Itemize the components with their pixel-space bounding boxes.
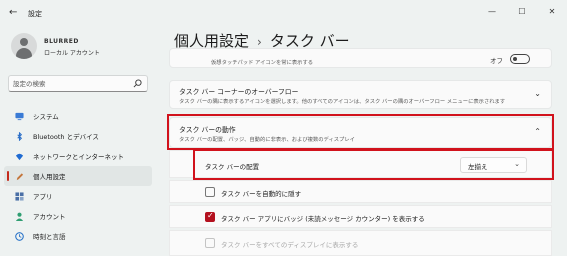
- all-displays-checkbox[interactable]: [205, 238, 215, 248]
- auto-hide-label: タスク バーを自動的に隠す: [221, 190, 302, 198]
- all-displays-row: タスク バーをすべてのディスプレイに表示する: [169, 230, 552, 256]
- card-title: タスク バー コーナーのオーバーフロー: [179, 88, 299, 96]
- alignment-label: タスク バーの配置: [205, 163, 260, 171]
- monitor-icon: [15, 112, 24, 121]
- apps-icon: [15, 191, 24, 201]
- chevron-up-icon[interactable]: ⌃: [534, 127, 541, 136]
- card-title: タスク バーの動作: [179, 126, 236, 134]
- sidebar-item-personalization[interactable]: 個人用設定: [4, 166, 152, 186]
- card-description: タスク バーの配置、バッジ、自動的に非表示、および複数のディスプレイ: [179, 137, 355, 143]
- chevron-down-icon[interactable]: ⌄: [534, 89, 541, 98]
- maximize-button[interactable]: ☐: [507, 0, 537, 22]
- corner-overflow-card[interactable]: タスク バー コーナーのオーバーフロー タスク バーの隅に表示するアイコンを選択…: [169, 80, 552, 109]
- bluetooth-icon: [15, 131, 24, 141]
- sidebar-item-accounts[interactable]: アカウント: [4, 206, 152, 226]
- taskbar-behaviors-card[interactable]: タスク バーの動作 タスク バーの配置、バッジ、自動的に非表示、および複数のディ…: [169, 117, 552, 148]
- avatar[interactable]: [11, 33, 37, 59]
- touchpad-card: 仮想タッチパッド アイコンを常に表示する オフ: [169, 48, 552, 68]
- window-controls: — ☐ ✕: [477, 0, 567, 22]
- person-icon: [15, 212, 24, 221]
- sidebar-item-label: Bluetooth とデバイス: [33, 133, 99, 141]
- search-icon[interactable]: [133, 79, 142, 88]
- sidebar-item-label: システム: [33, 113, 59, 121]
- badges-row: タスク バー アプリにバッジ (未読メッセージ カウンター) を表示する: [169, 205, 552, 228]
- title-bar: ← 設定 — ☐ ✕: [0, 0, 567, 26]
- alignment-value: 左揃え: [468, 163, 488, 171]
- sidebar-item-apps[interactable]: アプリ: [4, 186, 152, 206]
- alignment-dropdown[interactable]: 左揃え ⌄: [460, 157, 527, 173]
- breadcrumb-separator: ›: [257, 35, 262, 49]
- sidebar-item-network[interactable]: ネットワークとインターネット: [4, 146, 152, 166]
- sidebar-item-label: 時刻と言語: [33, 233, 66, 241]
- search-box[interactable]: [8, 75, 148, 92]
- app-title: 設定: [28, 10, 42, 18]
- account-type: ローカル アカウント: [44, 50, 100, 57]
- toggle-label: オフ: [490, 57, 503, 65]
- sidebar-item-label: 個人用設定: [33, 173, 66, 181]
- badges-checkbox[interactable]: [205, 211, 215, 222]
- sidebar-item-label: アプリ: [33, 193, 53, 201]
- arrow-left-icon[interactable]: ←: [9, 7, 17, 18]
- globe-clock-icon: [15, 231, 24, 241]
- auto-hide-row: タスク バーを自動的に隠す: [169, 180, 552, 203]
- card-description: タスク バーの隅に表示するアイコンを選択します。他のすべてのアイコンは、タスク …: [179, 99, 506, 105]
- card-description: 仮想タッチパッド アイコンを常に表示する: [211, 60, 314, 66]
- minimize-button[interactable]: —: [477, 0, 507, 22]
- wifi-icon: [15, 152, 24, 161]
- sidebar-item-system[interactable]: システム: [4, 106, 152, 126]
- auto-hide-checkbox[interactable]: [205, 187, 215, 197]
- sidebar-item-label: アカウント: [33, 213, 66, 221]
- user-name: BLURRED: [44, 38, 79, 45]
- sidebar-nav: システム Bluetooth とデバイス ネットワークとインターネット 個人用設…: [4, 106, 152, 246]
- all-displays-label: タスク バーをすべてのディスプレイに表示する: [221, 241, 359, 249]
- sidebar-item-bluetooth[interactable]: Bluetooth とデバイス: [4, 126, 152, 146]
- close-button[interactable]: ✕: [537, 0, 567, 22]
- pen-icon: [15, 172, 24, 181]
- taskbar-alignment-row: タスク バーの配置 左揃え ⌄: [169, 150, 552, 178]
- sidebar-item-time-language[interactable]: 時刻と言語: [4, 226, 152, 246]
- badges-label: タスク バー アプリにバッジ (未読メッセージ カウンター) を表示する: [221, 215, 425, 223]
- sidebar-item-label: ネットワークとインターネット: [33, 153, 124, 161]
- search-input[interactable]: [13, 78, 131, 89]
- touchpad-toggle[interactable]: [510, 54, 530, 64]
- chevron-down-icon: ⌄: [514, 160, 520, 168]
